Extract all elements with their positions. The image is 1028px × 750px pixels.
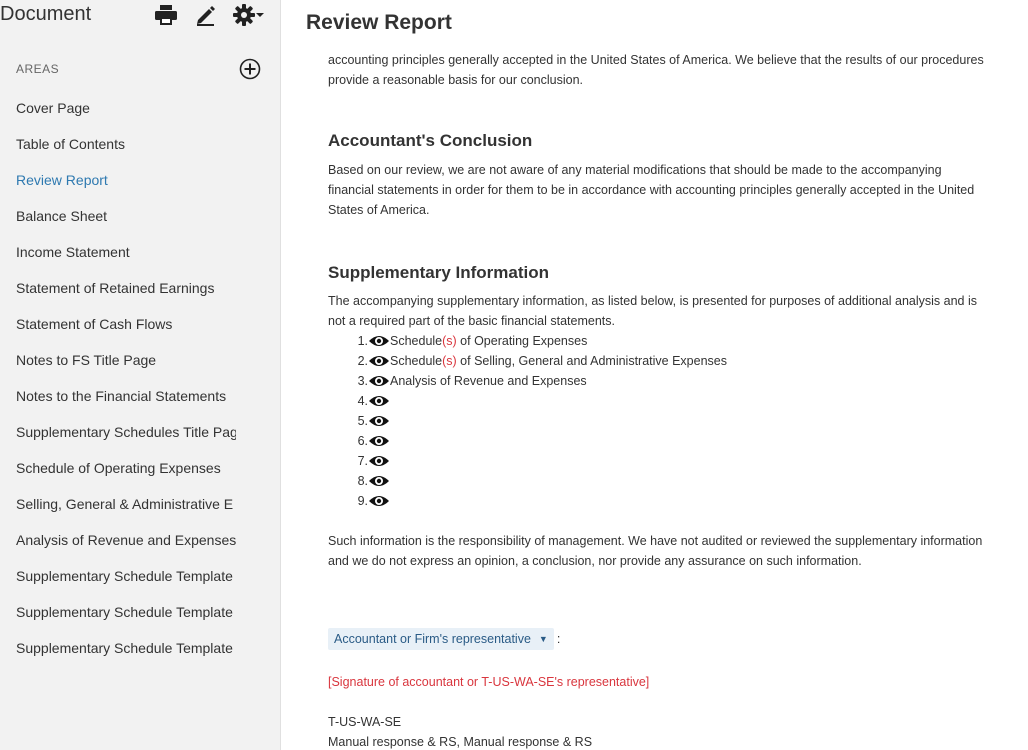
eye-icon[interactable] — [368, 411, 390, 431]
sidebar-item-supp-template-1[interactable]: Supplementary Schedule Template — [16, 558, 236, 594]
responsibility-paragraph: Such information is the responsibility o… — [328, 534, 983, 568]
conclusion-paragraph: Based on our review, we are not aware of… — [328, 163, 975, 217]
print-icon[interactable] — [154, 3, 178, 27]
supplementary-list: 1. Schedule(s) of Operating Expenses 2. Sch… — [354, 331, 988, 511]
supplementary-list-item: 9. — [354, 491, 988, 511]
sidebar-item-notes[interactable]: Notes to the Financial Statements — [16, 378, 236, 414]
list-item-text-main: Schedule — [390, 334, 443, 348]
list-item-text-main: Analysis of Revenue and Expenses — [390, 374, 587, 388]
page-title: Review Report — [306, 11, 452, 34]
eye-icon[interactable] — [368, 491, 390, 511]
sidebar-item-table-of-contents[interactable]: Table of Contents — [16, 126, 236, 162]
chevron-down-icon — [256, 13, 264, 17]
sidebar-item-supp-template-3[interactable]: Supplementary Schedule Template — [16, 630, 236, 666]
sidebar-item-income-statement[interactable]: Income Statement — [16, 234, 236, 270]
signature-placeholder[interactable]: [Signature of accountant or T-US-WA-SE's… — [328, 672, 988, 692]
sidebar-item-cash-flows[interactable]: Statement of Cash Flows — [16, 306, 236, 342]
gear-icon — [233, 4, 255, 26]
list-item-number: 2. — [357, 354, 368, 368]
list-item-text-rest: of Selling, General and Administrative E… — [456, 354, 727, 368]
sidebar: Document AREAS Cover Page Table of Conte… — [0, 0, 281, 750]
list-item-number: 5. — [357, 414, 368, 428]
sidebar-item-operating-expenses[interactable]: Schedule of Operating Expenses — [16, 450, 236, 486]
supplementary-list-item: 1. Schedule(s) of Operating Expenses — [354, 331, 988, 351]
list-item-text: Analysis of Revenue and Expenses — [390, 371, 587, 391]
supplementary-list-item: 2. Schedule(s) of Selling, General and Ad… — [354, 351, 988, 371]
areas-list: Cover Page Table of Contents Review Repo… — [16, 90, 236, 666]
areas-label: AREAS — [16, 62, 60, 76]
list-item-plural-marker: (s) — [442, 354, 457, 368]
eye-icon[interactable] — [368, 331, 390, 351]
sidebar-item-review-report[interactable]: Review Report — [16, 162, 236, 198]
list-item-text: Schedule(s) of Selling, General and Admi… — [390, 351, 727, 371]
firm-name: T-US-WA-SE — [328, 715, 402, 729]
document-main: Review Report accounting principles gene… — [282, 0, 1028, 750]
eye-icon[interactable] — [368, 351, 390, 371]
list-item-number: 7. — [357, 454, 368, 468]
sidebar-item-supp-title-page[interactable]: Supplementary Schedules Title Pag — [16, 414, 236, 450]
list-item-text-rest: of Operating Expenses — [456, 334, 588, 348]
report-content: accounting principles generally accepted… — [328, 50, 988, 750]
supplementary-list-item: 3. Analysis of Revenue and Expenses — [354, 371, 988, 391]
eye-icon[interactable] — [368, 471, 390, 491]
supplementary-list-item: 8. — [354, 471, 988, 491]
firm-location: Manual response & RS, Manual response & … — [328, 735, 593, 749]
supplementary-list-item: 6. — [354, 431, 988, 451]
supplementary-list-item: 4. — [354, 391, 988, 411]
supplementary-paragraph: The accompanying supplementary informati… — [328, 294, 977, 328]
list-item-number: 9. — [357, 494, 368, 508]
representative-dropdown-label: Accountant or Firm's representative — [334, 632, 531, 646]
supplementary-list-item: 7. — [354, 451, 988, 471]
sidebar-item-notes-title-page[interactable]: Notes to FS Title Page — [16, 342, 236, 378]
edit-icon[interactable] — [194, 3, 218, 27]
intro-paragraph: accounting principles generally accepted… — [328, 53, 984, 87]
eye-icon[interactable] — [368, 431, 390, 451]
list-item-number: 1. — [357, 334, 368, 348]
document-title: Document — [0, 3, 92, 25]
list-item-number: 4. — [357, 394, 368, 408]
supplementary-list-item: 5. — [354, 411, 988, 431]
sidebar-item-sga-expenses[interactable]: Selling, General & Administrative E — [16, 486, 236, 522]
sidebar-item-cover-page[interactable]: Cover Page — [16, 90, 236, 126]
conclusion-heading: Accountant's Conclusion — [328, 131, 533, 150]
list-item-number: 6. — [357, 434, 368, 448]
colon-text: : — [556, 632, 561, 646]
supplementary-heading: Supplementary Information — [328, 263, 550, 282]
settings-menu[interactable] — [232, 3, 264, 27]
sidebar-item-retained-earnings[interactable]: Statement of Retained Earnings — [16, 270, 236, 306]
list-item-plural-marker: (s) — [442, 334, 457, 348]
eye-icon[interactable] — [368, 371, 390, 391]
eye-icon[interactable] — [368, 391, 390, 411]
representative-dropdown[interactable]: Accountant or Firm's representative ▼ — [328, 628, 554, 650]
list-item-number: 8. — [357, 474, 368, 488]
list-item-text-main: Schedule — [390, 354, 443, 368]
sidebar-header: Document — [0, 0, 281, 34]
sidebar-item-balance-sheet[interactable]: Balance Sheet — [16, 198, 236, 234]
representative-row: Accountant or Firm's representative ▼ : — [328, 628, 988, 650]
sidebar-item-supp-template-2[interactable]: Supplementary Schedule Template — [16, 594, 236, 630]
list-item-text: Schedule(s) of Operating Expenses — [390, 331, 587, 351]
sidebar-item-revenue-analysis[interactable]: Analysis of Revenue and Expenses — [16, 522, 236, 558]
eye-icon[interactable] — [368, 451, 390, 471]
list-item-number: 3. — [357, 374, 368, 388]
caret-down-icon: ▼ — [538, 634, 548, 644]
sidebar-toolbar — [154, 3, 264, 27]
add-circle-icon[interactable] — [239, 58, 261, 80]
